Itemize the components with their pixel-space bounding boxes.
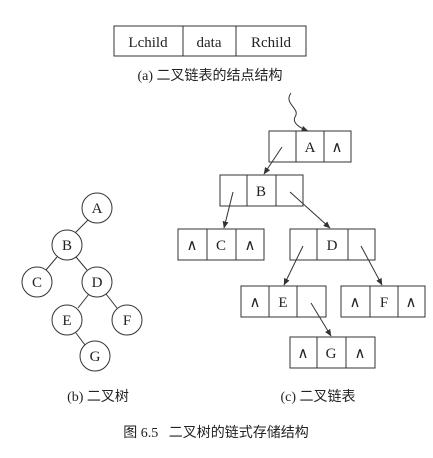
tree-edge-b-c bbox=[45, 256, 58, 271]
tree-label-g: G bbox=[90, 349, 101, 365]
binary-tree: A B C D E F G (b) 二叉树 bbox=[21, 192, 143, 405]
caption-b: (b) 二叉树 bbox=[67, 389, 129, 405]
tree-edge-a-b bbox=[74, 219, 89, 234]
tree-label-a: A bbox=[92, 201, 103, 217]
caption-c: (c) 二叉链表 bbox=[280, 389, 355, 405]
node-f-data: F bbox=[380, 295, 388, 311]
tree-edge-b-d bbox=[75, 256, 88, 271]
node-a-data: A bbox=[305, 140, 316, 156]
figure-svg: Lchild data Rchild (a) 二叉链表的结点结构 A B C D… bbox=[21, 25, 426, 441]
pointer-b-to-d bbox=[289, 191, 331, 229]
node-c-null-right: ∧ bbox=[245, 238, 256, 254]
tree-edge-e-g bbox=[75, 332, 86, 346]
node-e-null-left: ∧ bbox=[250, 295, 261, 311]
node-structure: Lchild data Rchild (a) 二叉链表的结点结构 bbox=[113, 25, 307, 84]
node-c-data: C bbox=[216, 238, 226, 254]
node-f-null-right: ∧ bbox=[406, 295, 417, 311]
field-label-lchild: Lchild bbox=[128, 35, 168, 51]
tree-label-b: B bbox=[62, 238, 72, 254]
tree-label-f: F bbox=[123, 313, 131, 329]
node-e-data: E bbox=[278, 295, 287, 311]
node-d-data: D bbox=[327, 238, 338, 254]
node-b-right-cell bbox=[275, 174, 304, 207]
figure-caption: 图 6.5 二叉树的链式存储结构 bbox=[123, 425, 309, 441]
root-pointer-arrow bbox=[288, 92, 309, 132]
caption-a: (a) 二叉链表的结点结构 bbox=[137, 68, 282, 84]
node-b-data: B bbox=[256, 184, 266, 200]
figure-canvas: Lchild data Rchild (a) 二叉链表的结点结构 A B C D… bbox=[0, 0, 433, 453]
node-c-null-left: ∧ bbox=[187, 238, 198, 254]
node-g-data: G bbox=[326, 346, 337, 362]
node-d-right-cell bbox=[347, 228, 376, 261]
tree-label-c: C bbox=[32, 275, 42, 291]
tree-label-d: D bbox=[92, 275, 103, 291]
field-label-rchild: Rchild bbox=[251, 35, 291, 51]
node-d-left-cell bbox=[289, 228, 318, 261]
node-a-left-cell bbox=[268, 130, 297, 163]
tree-edge-d-f bbox=[105, 293, 118, 309]
node-b-left-cell bbox=[219, 174, 248, 207]
tree-label-e: E bbox=[62, 313, 71, 329]
node-f-null-left: ∧ bbox=[350, 295, 361, 311]
field-label-data: data bbox=[197, 35, 222, 51]
node-a-null-right: ∧ bbox=[332, 140, 343, 156]
linked-list: A ∧ B ∧ C ∧ D ∧ E ∧ F ∧ ∧ G ∧ (c) 二叉链表 bbox=[177, 92, 426, 405]
tree-edge-d-e bbox=[77, 293, 90, 309]
node-e-right-cell bbox=[296, 285, 327, 318]
node-g-null-right: ∧ bbox=[355, 346, 366, 362]
node-g-null-left: ∧ bbox=[298, 346, 309, 362]
